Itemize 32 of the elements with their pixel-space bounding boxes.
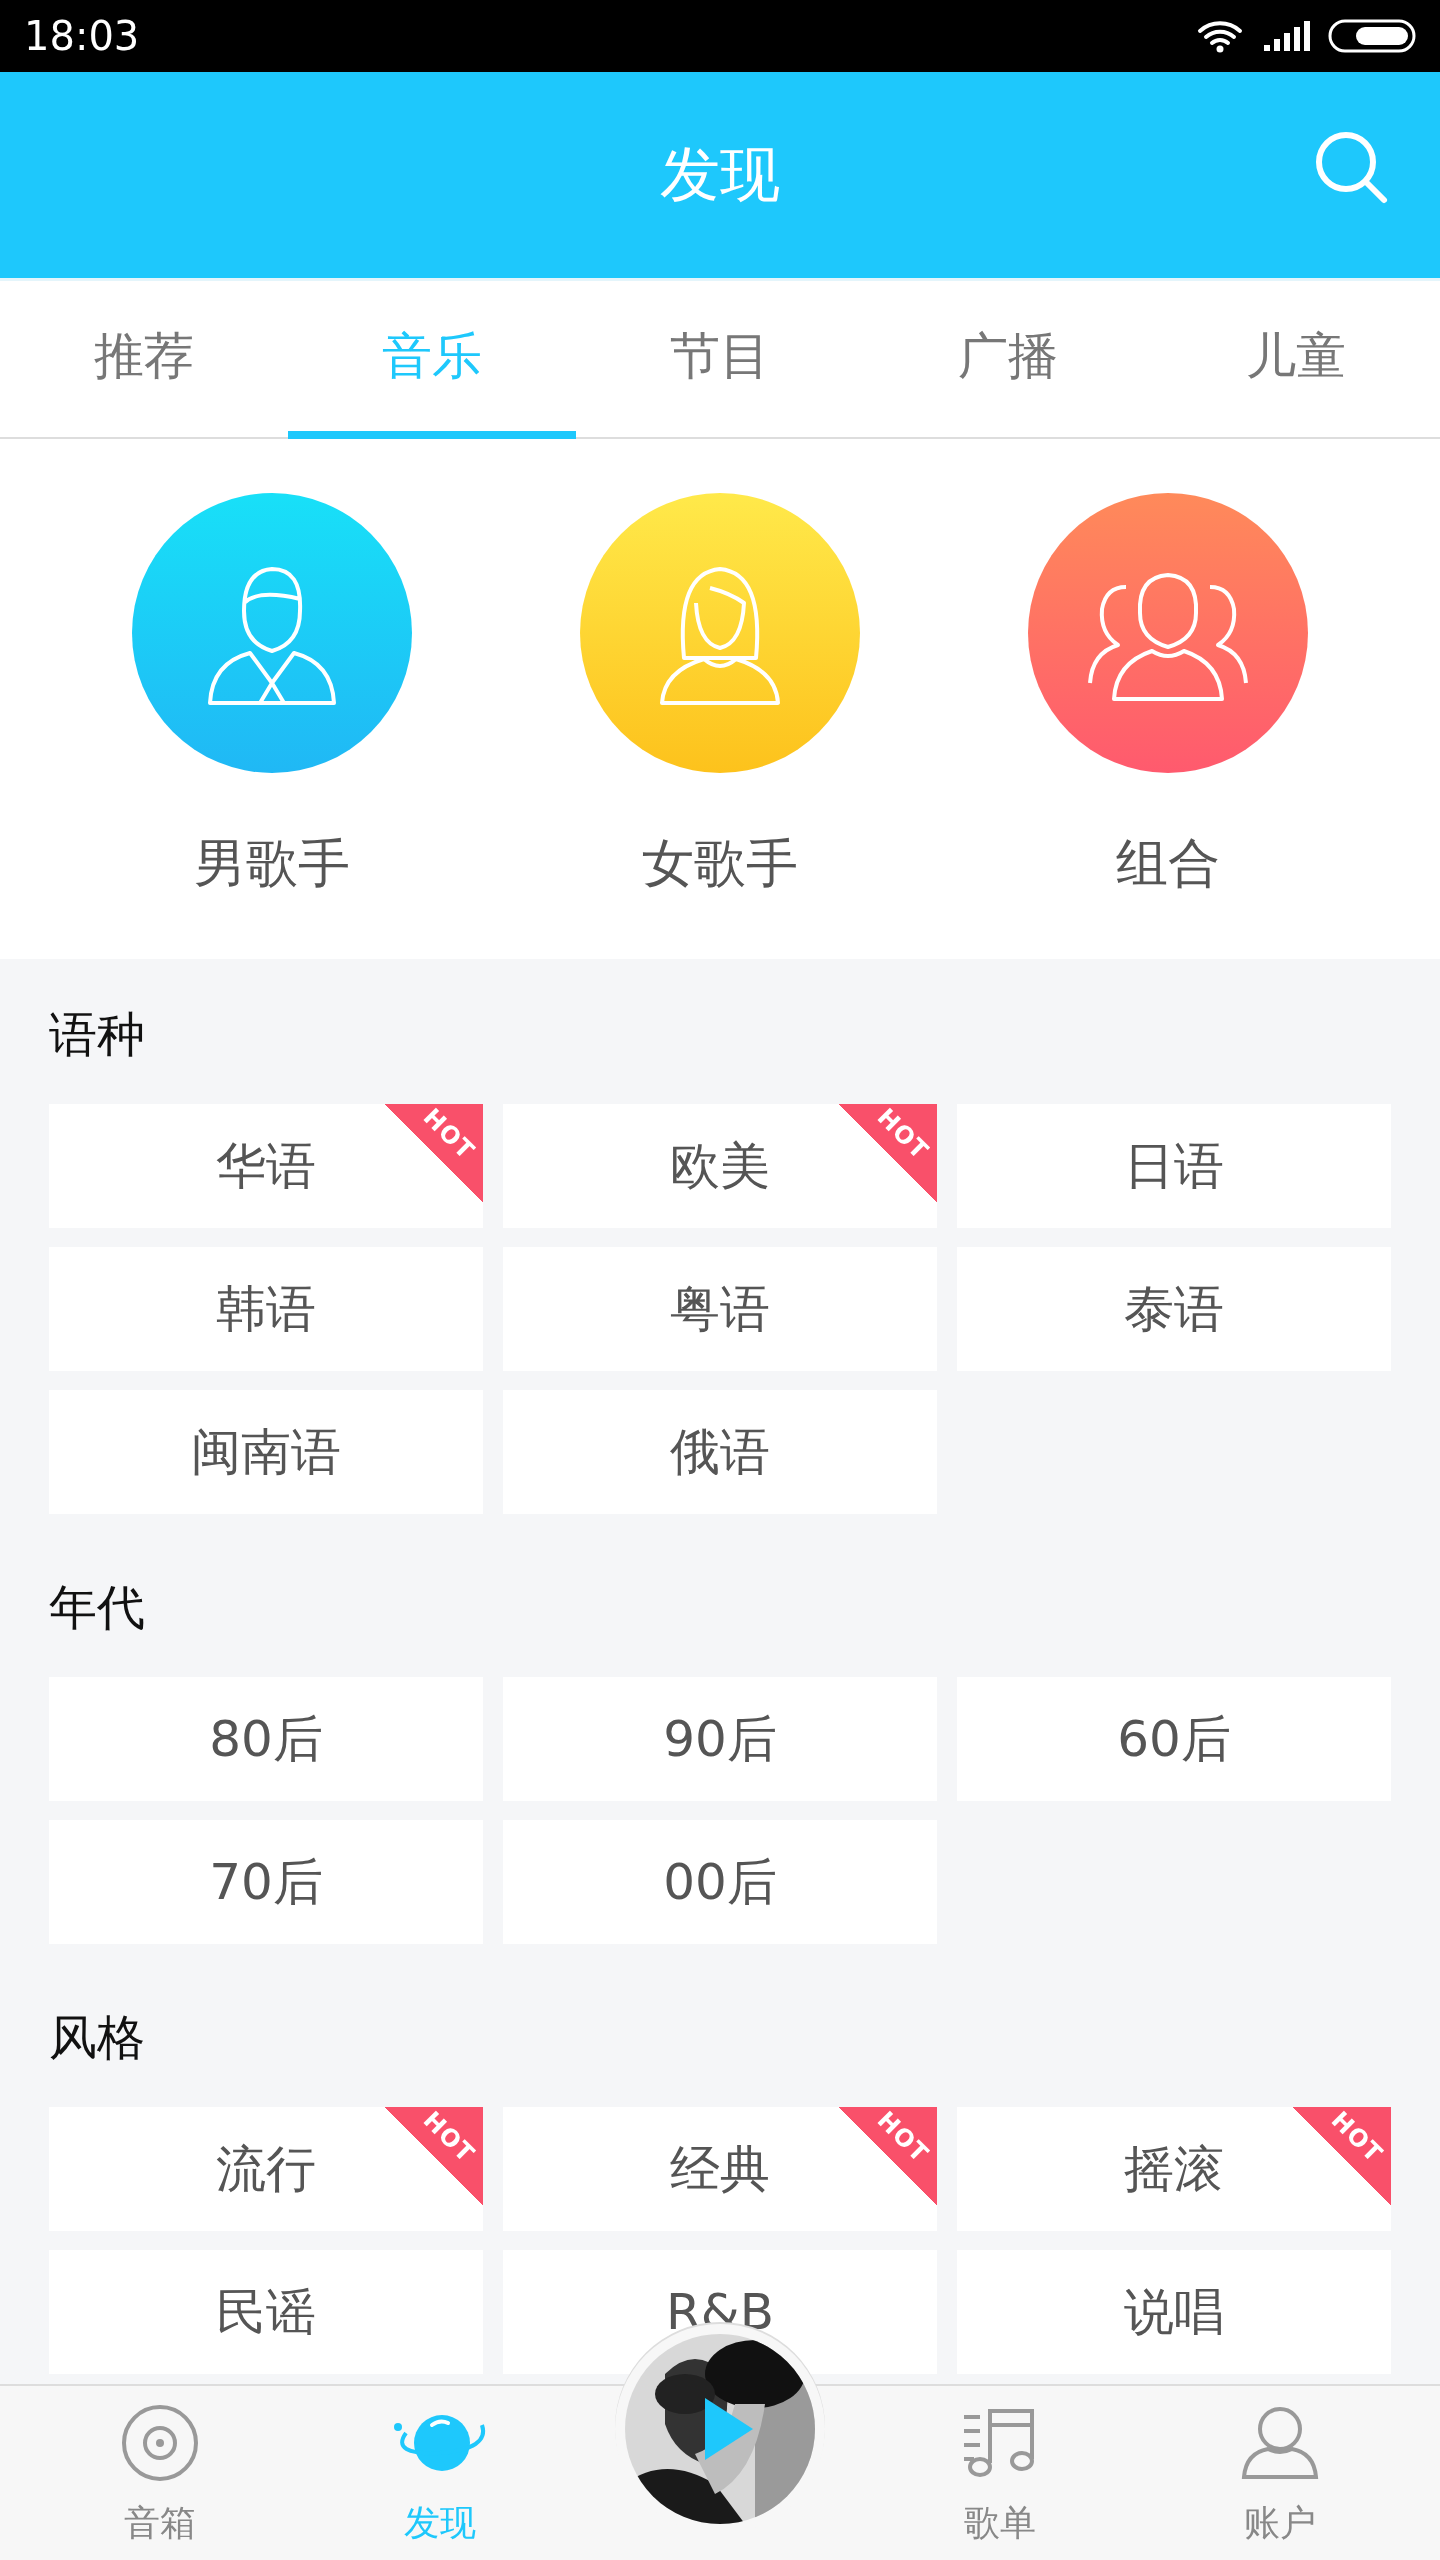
section-title: 风格 xyxy=(49,2008,146,2067)
disc-icon xyxy=(120,2403,200,2483)
tag-button[interactable]: 00后 xyxy=(503,1820,937,1944)
singer-category-button[interactable]: 男歌手 xyxy=(48,493,496,899)
tag-button[interactable]: 韩语 xyxy=(49,1247,483,1371)
woman-icon xyxy=(580,493,860,773)
tag-button[interactable]: 60后 xyxy=(957,1677,1391,1801)
tag-button[interactable]: 90后 xyxy=(503,1677,937,1801)
page-title: 发现 xyxy=(660,137,780,211)
tag-button[interactable]: 民谣 xyxy=(49,2250,483,2374)
tag-button[interactable]: 说唱 xyxy=(957,2250,1391,2374)
battery-icon xyxy=(1328,19,1416,53)
tag-button[interactable]: 80后 xyxy=(49,1677,483,1801)
tab[interactable]: 儿童 xyxy=(1152,281,1440,439)
tag-button[interactable]: 俄语 xyxy=(503,1390,937,1514)
tag-button[interactable]: 闽南语 xyxy=(49,1390,483,1514)
signal-icon xyxy=(1262,21,1310,51)
tab[interactable]: 推荐 xyxy=(0,281,288,439)
tab[interactable]: 广播 xyxy=(864,281,1152,439)
tag-button[interactable]: 70后 xyxy=(49,1820,483,1944)
tag-button[interactable]: 粤语 xyxy=(503,1247,937,1371)
tag-button[interactable]: 泰语 xyxy=(957,1247,1391,1371)
wifi-icon xyxy=(1196,19,1244,53)
man-icon xyxy=(132,493,412,773)
section-title: 语种 xyxy=(49,1005,146,1064)
clock-time: 18:03 xyxy=(24,13,141,59)
tab[interactable]: 节目 xyxy=(576,281,864,439)
singer-category-button[interactable]: 女歌手 xyxy=(496,493,944,899)
singer-category-button[interactable]: 组合 xyxy=(944,493,1392,899)
tag-button[interactable]: 日语 xyxy=(957,1104,1391,1228)
section-title: 年代 xyxy=(49,1578,146,1637)
group-icon xyxy=(1028,493,1308,773)
